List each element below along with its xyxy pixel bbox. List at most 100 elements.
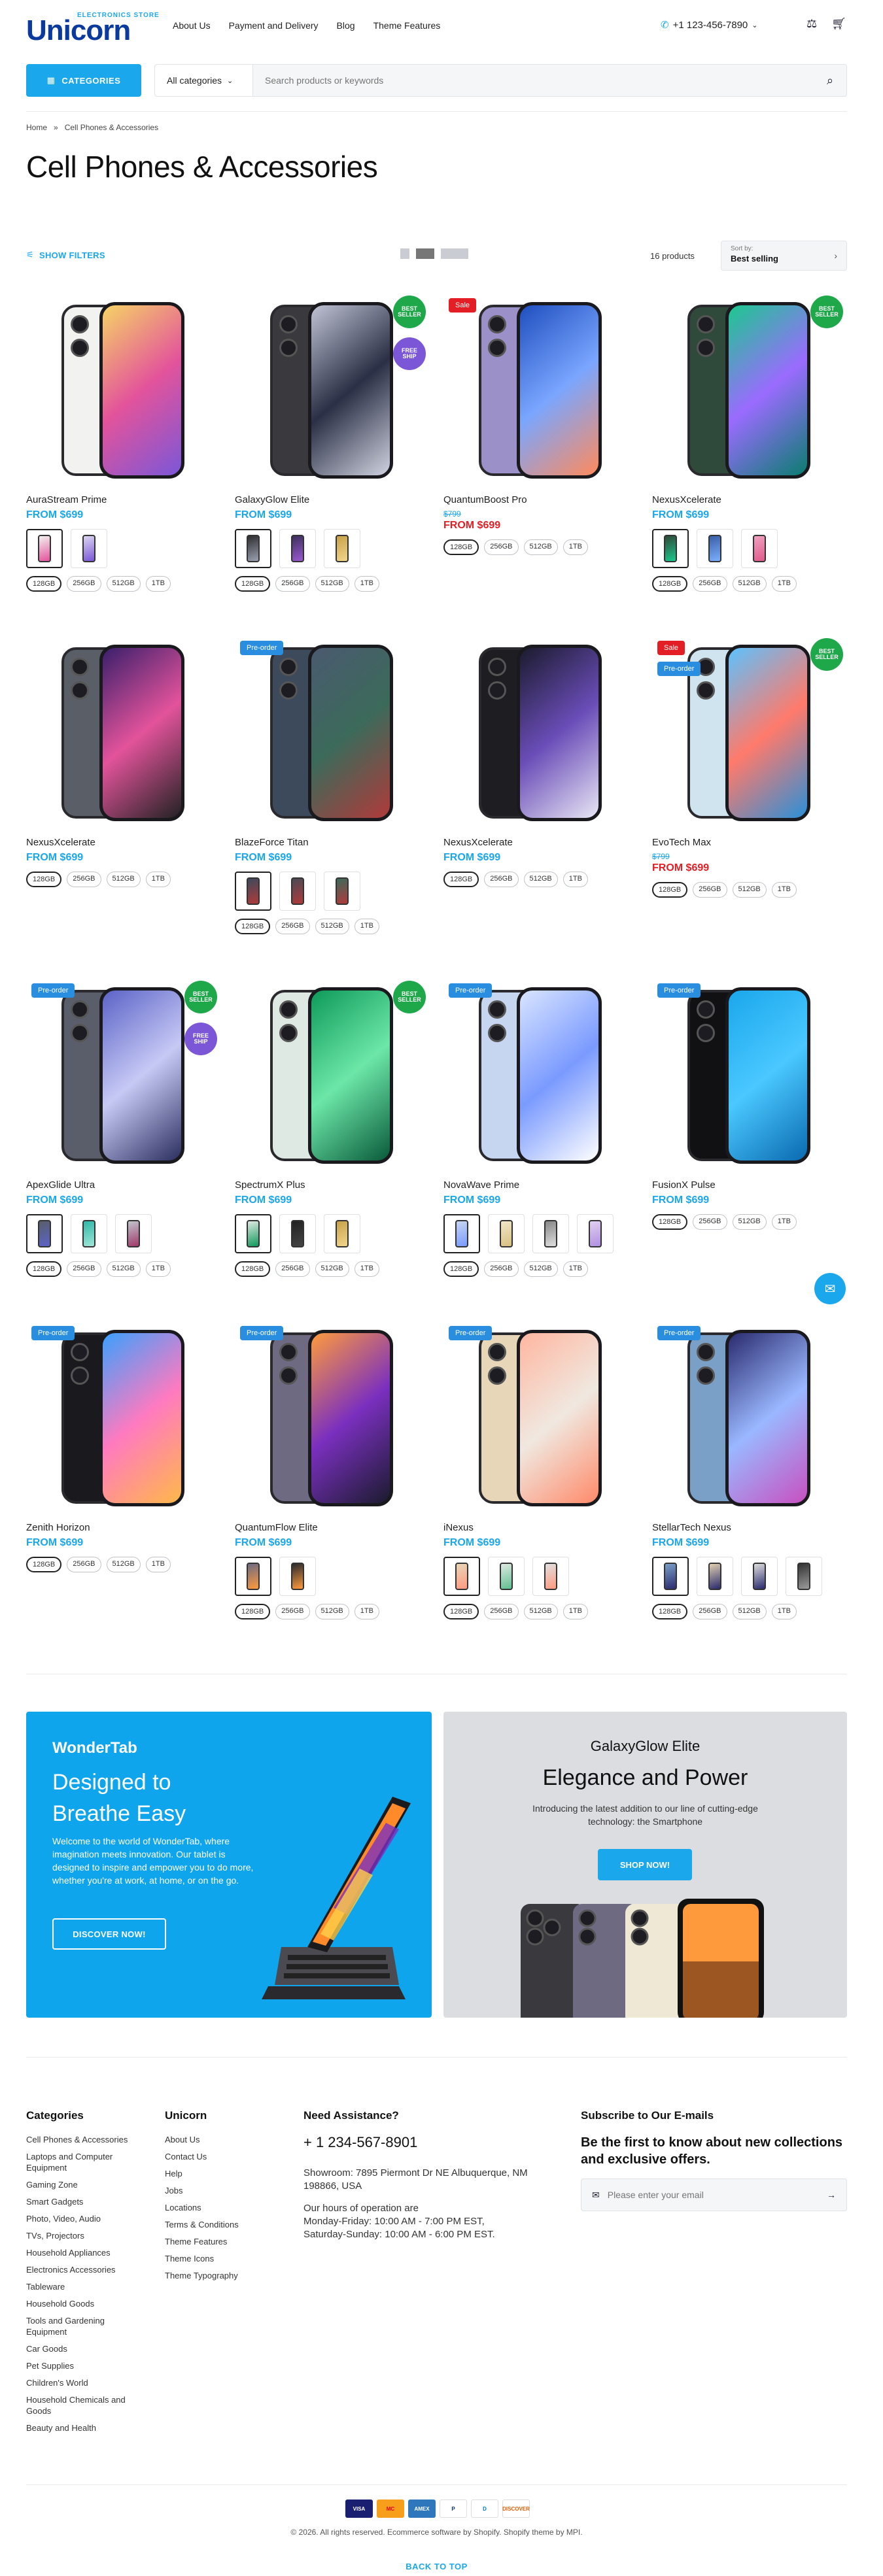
storage-option[interactable]: 512GB (523, 539, 558, 555)
nav-link-theme-features[interactable]: Theme Features (373, 20, 441, 31)
product-name[interactable]: ApexGlide Ultra (26, 1179, 222, 1191)
storage-option[interactable]: 256GB (275, 919, 310, 934)
storage-option[interactable]: 128GB (235, 1604, 271, 1619)
cart-icon[interactable]: 🛒︎ (831, 17, 846, 31)
storage-option[interactable]: 1TB (771, 576, 797, 592)
storage-option[interactable]: 256GB (275, 576, 310, 592)
storage-option[interactable]: 512GB (315, 576, 349, 592)
storage-option[interactable]: 128GB (235, 1261, 271, 1277)
storage-option[interactable]: 256GB (67, 872, 101, 887)
footer-category-link[interactable]: Cell Phones & Accessories (26, 2134, 141, 2145)
product-card[interactable]: NexusXcelerate FROM $699 128GB 256GB 512GB 1T… (443, 636, 640, 887)
product-image[interactable]: Pre-order (235, 1321, 431, 1510)
storage-option[interactable]: 1TB (563, 872, 588, 887)
email-field[interactable] (607, 2190, 819, 2200)
color-swatch[interactable] (741, 529, 778, 568)
product-image[interactable]: Pre-order BEST SELLER FREE SHIP (26, 978, 222, 1168)
color-swatch[interactable] (235, 1214, 271, 1253)
storage-option[interactable]: 128GB (26, 576, 62, 592)
footer-category-link[interactable]: Gaming Zone (26, 2179, 141, 2190)
product-image[interactable] (26, 636, 222, 825)
storage-option[interactable]: 512GB (732, 882, 767, 898)
shop-now-button[interactable]: SHOP NOW! (598, 1849, 692, 1880)
storage-option[interactable]: 128GB (652, 882, 688, 898)
promo-banner-phone[interactable]: GalaxyGlow Elite Elegance and Power Intr… (443, 1712, 847, 2018)
storage-option[interactable]: 1TB (145, 1557, 171, 1572)
footer-category-link[interactable]: Photo, Video, Audio (26, 2213, 141, 2224)
color-swatch[interactable] (279, 529, 316, 568)
product-card[interactable]: AuraStream Prime FROM $699 128GB 256GB 512GB… (26, 293, 222, 592)
storage-option[interactable]: 1TB (145, 576, 171, 592)
storage-option[interactable]: 256GB (275, 1604, 310, 1619)
footer-category-link[interactable]: Household Goods (26, 2298, 141, 2309)
product-card[interactable]: Pre-order BlazeForce Titan FROM $699 128GB 2… (235, 636, 431, 934)
color-swatch[interactable] (235, 872, 271, 911)
footer-category-link[interactable]: Laptops and Computer Equipment (26, 2151, 141, 2173)
storage-option[interactable]: 512GB (315, 1261, 349, 1277)
storage-option[interactable]: 512GB (732, 1604, 767, 1619)
storage-option[interactable]: 128GB (443, 1604, 479, 1619)
product-card[interactable]: Pre-order QuantumFlow Elite FROM $699 128GB… (235, 1321, 431, 1619)
product-card[interactable]: Pre-order NovaWave Prime FROM $699 128GB 256… (443, 978, 640, 1277)
storage-option[interactable]: 1TB (354, 919, 379, 934)
color-swatch[interactable] (652, 529, 689, 568)
storage-option[interactable]: 128GB (443, 872, 479, 887)
product-image[interactable] (443, 636, 640, 825)
storage-option[interactable]: 128GB (652, 576, 688, 592)
storage-option[interactable]: 1TB (563, 1261, 588, 1277)
storage-option[interactable]: 1TB (354, 1261, 379, 1277)
storage-option[interactable]: 128GB (652, 1604, 688, 1619)
search-icon[interactable]: ⌕ (814, 74, 846, 88)
product-name[interactable]: BlazeForce Titan (235, 837, 431, 848)
color-swatch[interactable] (488, 1557, 525, 1596)
product-name[interactable]: iNexus (443, 1522, 640, 1533)
storage-option[interactable]: 1TB (771, 882, 797, 898)
storage-option[interactable]: 512GB (106, 1557, 141, 1572)
storage-option[interactable]: 512GB (523, 1261, 558, 1277)
discover-button[interactable]: DISCOVER NOW! (52, 1918, 166, 1950)
storage-option[interactable]: 256GB (693, 882, 727, 898)
footer-category-link[interactable]: Pet Supplies (26, 2360, 141, 2371)
storage-option[interactable]: 512GB (732, 1214, 767, 1230)
color-swatch[interactable] (235, 529, 271, 568)
product-card[interactable]: Pre-order Zenith Horizon FROM $699 128GB 256… (26, 1321, 222, 1572)
footer-category-link[interactable]: Tools and Gardening Equipment (26, 2315, 141, 2337)
footer-link[interactable]: Jobs (165, 2185, 279, 2196)
product-image[interactable]: Pre-order (652, 1321, 848, 1510)
storage-option[interactable]: 256GB (67, 1261, 101, 1277)
product-card[interactable]: Sale Pre-order BEST SELLER EvoTech Max $799 FR… (652, 636, 848, 898)
product-image[interactable]: Pre-order (26, 1321, 222, 1510)
footer-category-link[interactable]: Household Chemicals and Goods (26, 2394, 141, 2416)
footer-link[interactable]: Theme Typography (165, 2270, 279, 2281)
storage-option[interactable]: 128GB (26, 1261, 62, 1277)
view-grid-icon[interactable] (416, 248, 434, 259)
storage-option[interactable]: 1TB (354, 1604, 379, 1619)
product-card[interactable]: BEST SELLER SpectrumX Plus FROM $699 128GB 25… (235, 978, 431, 1277)
storage-option[interactable]: 256GB (67, 1557, 101, 1572)
arrow-right-icon[interactable]: → (827, 2190, 836, 2200)
footer-category-link[interactable]: TVs, Projectors (26, 2230, 141, 2241)
product-image[interactable] (26, 293, 222, 483)
color-swatch[interactable] (26, 1214, 63, 1253)
product-name[interactable]: NexusXcelerate (443, 837, 640, 848)
storage-option[interactable]: 256GB (484, 872, 519, 887)
footer-link[interactable]: Locations (165, 2202, 279, 2213)
logo[interactable]: Unicorn ELECTRONICS STORE (26, 12, 159, 47)
product-name[interactable]: GalaxyGlow Elite (235, 494, 431, 505)
product-name[interactable]: NovaWave Prime (443, 1179, 640, 1191)
footer-category-link[interactable]: Tableware (26, 2281, 141, 2292)
product-name[interactable]: StellarTech Nexus (652, 1522, 848, 1533)
product-name[interactable]: Zenith Horizon (26, 1522, 222, 1533)
product-image[interactable]: BEST SELLER FREE SHIP (235, 293, 431, 483)
nav-link-blog[interactable]: Blog (337, 20, 355, 31)
storage-option[interactable]: 256GB (693, 1604, 727, 1619)
color-swatch[interactable] (324, 529, 360, 568)
product-name[interactable]: QuantumFlow Elite (235, 1522, 431, 1533)
color-swatch[interactable] (443, 1557, 480, 1596)
storage-option[interactable]: 256GB (275, 1261, 310, 1277)
color-swatch[interactable] (697, 529, 733, 568)
search-input[interactable] (253, 75, 814, 86)
storage-option[interactable]: 1TB (771, 1604, 797, 1619)
color-swatch[interactable] (279, 872, 316, 911)
color-swatch[interactable] (115, 1214, 152, 1253)
